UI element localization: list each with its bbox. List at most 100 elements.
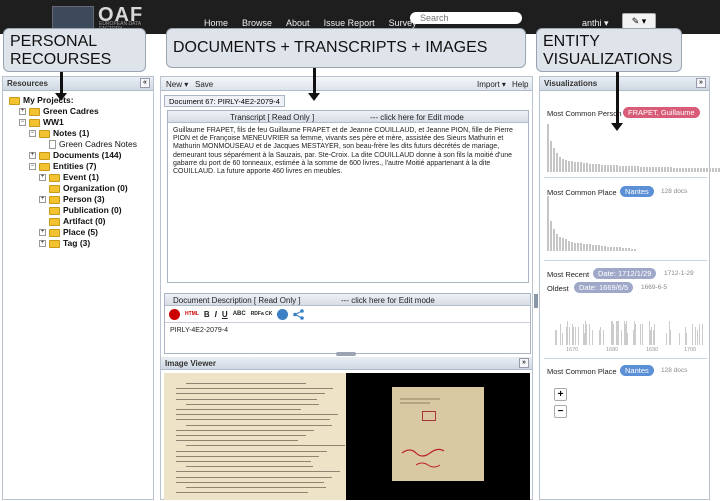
italic-button[interactable]: I <box>215 310 217 319</box>
tree-item[interactable]: + Documents (144) <box>9 150 153 161</box>
edit-pen-button[interactable]: ✎ ▾ <box>622 13 656 29</box>
tree-item[interactable]: + Event (1) <box>9 172 153 183</box>
histogram-bar <box>571 161 573 172</box>
spellcheck-button[interactable]: ABC <box>233 311 246 317</box>
histogram-bar <box>586 163 588 172</box>
image-viewer-title: Image Viewer <box>165 359 216 368</box>
zoom-out-button[interactable]: − <box>554 405 567 418</box>
expand-icon[interactable]: + <box>39 196 46 203</box>
timeline-tick <box>586 324 587 345</box>
tree-item[interactable]: + Place (5) <box>9 227 153 238</box>
timeline-tick <box>618 330 619 345</box>
tree-item[interactable]: My Projects: <box>9 95 153 106</box>
histogram-bar <box>643 167 645 172</box>
tree-item[interactable]: Organization (0) <box>9 183 153 194</box>
folder-icon <box>49 173 60 182</box>
bold-button[interactable]: B <box>204 310 210 319</box>
text-line <box>176 481 324 483</box>
recent-date-badge[interactable]: Date: 1712/1/29 <box>593 268 657 279</box>
most-common-person-label: Most Common Person <box>547 109 622 118</box>
callout-entity-visualizations: ENTITY VISUALIZATIONS <box>536 28 682 72</box>
tree-item[interactable]: Publication (0) <box>9 205 153 216</box>
tree-item-label: Entities (7) <box>53 161 97 171</box>
tree-item-label: Green Cadres Notes <box>59 139 137 149</box>
nav-about[interactable]: About <box>286 18 310 28</box>
histogram-bar <box>658 167 660 172</box>
tree-item[interactable]: − Notes (1) <box>9 128 153 139</box>
tree-item[interactable]: Green Cadres Notes <box>9 139 153 150</box>
place-badge[interactable]: Nantes <box>620 186 654 197</box>
timeline-tick <box>654 324 655 345</box>
import-menu[interactable]: Import ▾ <box>477 80 506 89</box>
expand-icon[interactable]: + <box>19 108 26 115</box>
person-badge[interactable]: FRAPET, Guillaume <box>623 107 700 118</box>
place-badge-2[interactable]: Nantes <box>620 365 654 376</box>
nav-issue-report[interactable]: Issue Report <box>324 18 375 28</box>
tree-item[interactable]: + Green Cadres <box>9 106 153 117</box>
text-line <box>176 409 301 410</box>
save-button[interactable]: Save <box>195 80 213 89</box>
resources-title: Resources <box>7 79 48 88</box>
timeline-tick <box>702 324 703 345</box>
new-menu[interactable]: New ▾ <box>166 80 188 89</box>
rdfa-button[interactable]: RDFa CK <box>251 311 273 317</box>
text-line <box>186 466 313 468</box>
histogram-bar <box>637 166 639 172</box>
image-viewer-collapse-button[interactable]: » <box>519 358 529 368</box>
scanned-card-image[interactable] <box>392 387 484 481</box>
tree-item[interactable]: + Person (3) <box>9 194 153 205</box>
histogram-bar <box>574 162 576 172</box>
collapse-icon[interactable]: − <box>19 119 26 126</box>
histogram-bar <box>562 238 564 251</box>
tree-item[interactable]: + Tag (3) <box>9 238 153 249</box>
date-timeline <box>548 317 706 345</box>
timeline-tick <box>626 321 627 345</box>
description-value[interactable]: PIRLY-4E2-2079-4 <box>165 323 530 338</box>
histogram-bar <box>583 163 585 172</box>
histogram-bar <box>592 245 594 251</box>
collapse-icon[interactable]: − <box>29 130 36 137</box>
tree-item-label: Organization (0) <box>63 183 128 193</box>
oldest-date-badge[interactable]: Date: 1669/6/5 <box>574 282 634 293</box>
record-icon[interactable] <box>169 308 180 320</box>
panel-splitter[interactable] <box>534 294 538 308</box>
nav-browse[interactable]: Browse <box>242 18 272 28</box>
share-icon[interactable] <box>293 308 305 320</box>
tree-item[interactable]: − WW1 <box>9 117 153 128</box>
histogram-bar <box>649 167 651 172</box>
scanned-page-image[interactable] <box>164 373 346 500</box>
expand-icon[interactable]: + <box>39 240 46 247</box>
collapse-right-button[interactable]: » <box>696 78 706 88</box>
expand-icon[interactable]: + <box>29 152 36 159</box>
globe-icon[interactable] <box>277 308 289 320</box>
histogram-bar <box>562 159 564 172</box>
underline-button[interactable]: U <box>222 310 228 319</box>
expand-icon[interactable]: + <box>39 174 46 181</box>
histogram-bar <box>634 166 636 172</box>
histogram-bar <box>619 247 621 251</box>
description-edit-link[interactable]: --- click here for Edit mode <box>341 296 435 305</box>
collapse-icon[interactable]: − <box>29 163 36 170</box>
help-link[interactable]: Help <box>512 80 528 89</box>
timeline-tick-label: 1690 <box>646 347 659 353</box>
tree-item[interactable]: − Entities (7) <box>9 161 153 172</box>
html-button[interactable]: HTML <box>185 311 199 317</box>
collapse-left-button[interactable]: « <box>140 78 150 88</box>
histogram-bar <box>625 248 627 251</box>
documents-toolbar: New ▾ Save Import ▾ Help <box>161 77 532 91</box>
splitter-handle[interactable] <box>336 352 356 356</box>
tree-item[interactable]: Artifact (0) <box>9 216 153 227</box>
search-input[interactable] <box>410 12 522 24</box>
zoom-in-button[interactable]: + <box>554 388 567 401</box>
tree-item-label: Artifact (0) <box>63 216 106 226</box>
expand-icon[interactable]: + <box>39 229 46 236</box>
image-canvas[interactable] <box>164 373 530 500</box>
description-mode-label: Document Description [ Read Only ] <box>173 296 301 305</box>
resources-header: Resources « <box>3 77 153 91</box>
place-doc-count: 128 docs <box>661 188 688 195</box>
document-tab[interactable]: Document 67: PIRLY-4E2-2079-4 <box>164 95 285 107</box>
transcript-edit-link[interactable]: --- click here for Edit mode <box>370 113 464 122</box>
transcript-text[interactable]: Guillaume FRAPET, fils de feu Guillaume … <box>168 123 528 180</box>
nav-home[interactable]: Home <box>204 18 228 28</box>
histogram-bar <box>607 247 609 251</box>
